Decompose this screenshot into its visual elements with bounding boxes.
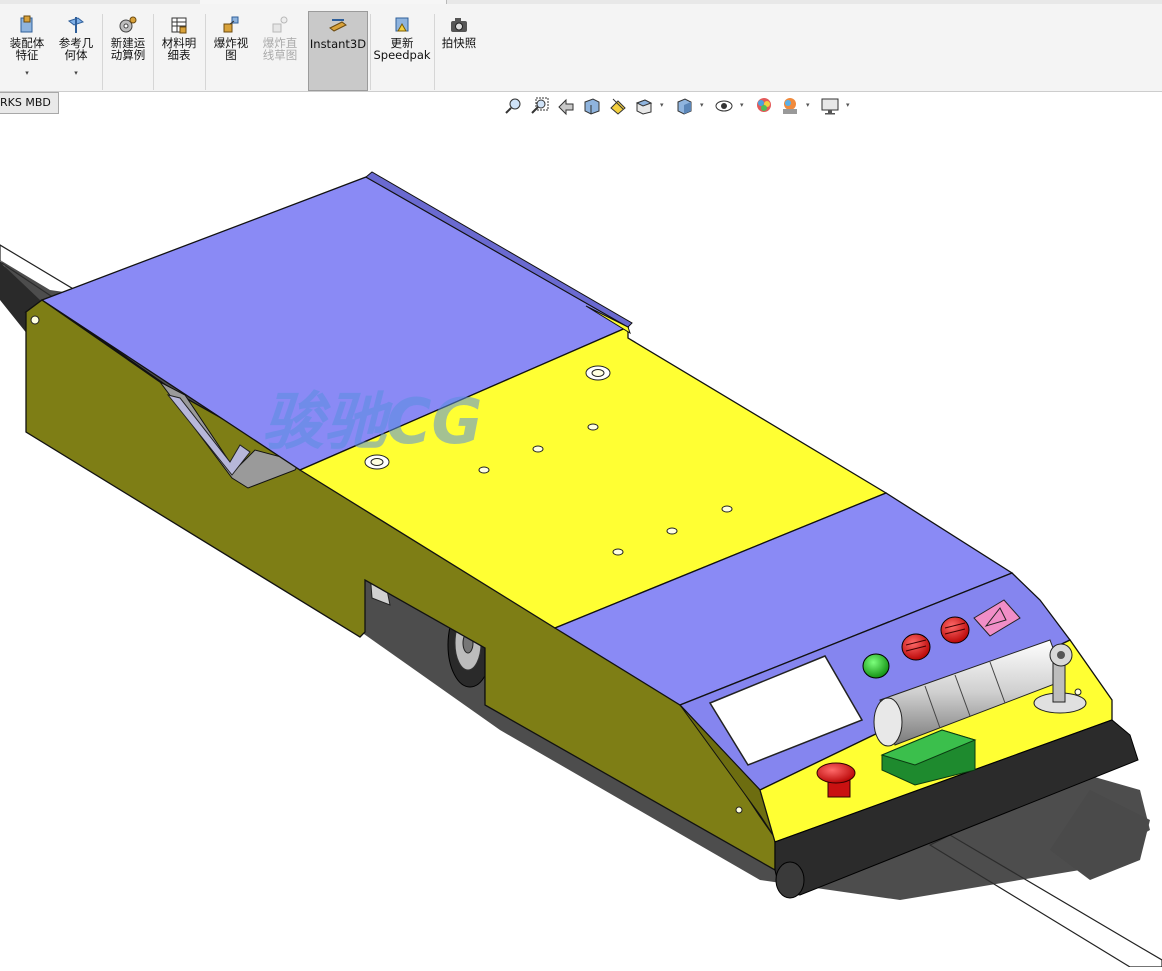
explode-line-sketch-icon [272,16,288,33]
instant3d-icon [329,19,347,32]
reference-geometry-button[interactable]: 参考几 何体 ▾ [53,11,99,89]
hide-show-icon[interactable] [714,96,734,116]
update-speedpak-label: 更新 Speedpak [373,36,431,62]
green-start-button [862,653,890,679]
ribbon-separator [153,14,154,90]
new-motion-study-label: 新建运 动算例 [110,36,146,62]
bom-icon [171,17,187,34]
zoom-to-area-icon[interactable] [530,96,550,116]
heads-up-view-toolbar: ▾ ▾ ▾ ▾ ▾ [500,96,860,118]
watermark-text: 骏驰CG [262,385,482,458]
display-style-icon[interactable] [674,96,694,116]
chevron-down-icon[interactable]: ▾ [53,67,99,79]
graphics-area[interactable]: 骏驰CG [0,118,1162,968]
section-view-icon[interactable] [582,96,602,116]
tab-mbd[interactable]: RKS MBD [0,92,59,114]
assembly-feature-icon [20,15,33,33]
ribbon-separator [370,14,371,90]
chevron-down-icon[interactable]: ▾ [4,67,50,79]
take-snapshot-button[interactable]: 拍快照 [437,11,481,89]
reference-geometry-icon [67,17,85,33]
assembly-feature-label: 装配体 特征 [9,36,45,62]
exploded-view-button[interactable]: 爆炸视 图 [209,11,253,89]
take-snapshot-label: 拍快照 [441,36,477,50]
explode-line-sketch-label: 爆炸直 线草图 [262,36,298,62]
assembly-feature-button[interactable]: 装配体 特征 ▾ [4,11,50,89]
bill-of-materials-button[interactable]: 材料明 细表 [157,11,201,89]
zoom-to-fit-icon[interactable] [504,96,524,116]
instant3d-button[interactable]: Instant3D [308,11,368,91]
ribbon-separator [434,14,435,90]
exploded-view-label: 爆炸视 图 [213,36,249,62]
ribbon-separator [102,14,103,90]
apply-scene-icon[interactable] [780,96,800,116]
reference-geometry-label: 参考几 何体 [58,36,94,62]
bill-of-materials-label: 材料明 细表 [161,36,197,62]
agv-cart-model: 骏驰CG [0,171,1162,968]
red-stop-button [901,633,931,661]
red-reset-button [940,616,970,644]
ribbon-separator [205,14,206,90]
instant3d-label: Instant3D [309,37,367,51]
explode-line-sketch-button[interactable]: 爆炸直 线草图 [257,11,303,89]
exploded-view-icon [223,16,239,33]
chevron-down-icon[interactable]: ▾ [806,101,810,109]
command-manager-ribbon: 装配体 特征 ▾ 参考几 何体 ▾ 新建运 动算例 材料明 细表 爆炸视 图 爆… [0,4,1162,92]
update-speedpak-button[interactable]: 更新 Speedpak [373,11,431,89]
previous-view-icon[interactable] [556,96,576,116]
view-orientation-icon[interactable] [634,96,654,116]
edit-appearance-icon[interactable] [754,96,774,116]
chevron-down-icon[interactable]: ▾ [846,101,850,109]
view-settings-icon[interactable] [820,96,840,116]
chevron-down-icon[interactable]: ▾ [740,101,744,109]
dynamic-annotation-icon[interactable] [608,96,628,116]
chevron-down-icon[interactable]: ▾ [660,101,664,109]
new-motion-study-button[interactable]: 新建运 动算例 [106,11,150,89]
chevron-down-icon[interactable]: ▾ [700,101,704,109]
camera-icon [451,18,467,32]
speedpak-icon [395,17,409,32]
motion-study-icon [119,16,137,33]
